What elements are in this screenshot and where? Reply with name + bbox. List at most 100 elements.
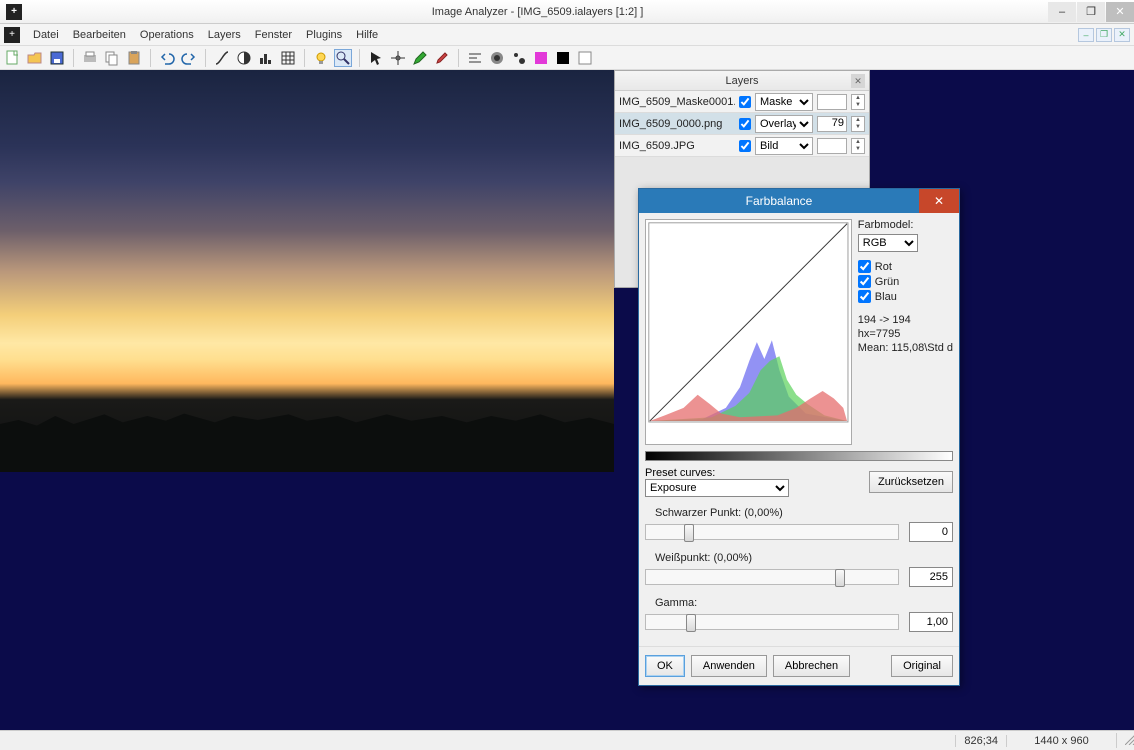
separator [73, 49, 74, 67]
new-icon[interactable] [4, 49, 22, 67]
mdi-minimize-button[interactable]: – [1078, 28, 1094, 42]
layer-opacity[interactable] [817, 138, 847, 154]
brush-icon[interactable] [433, 49, 451, 67]
undo-icon[interactable] [158, 49, 176, 67]
menu-plugins[interactable]: Plugins [299, 29, 349, 41]
preset-select[interactable]: Exposure [645, 479, 789, 497]
crosshair-icon[interactable] [389, 49, 407, 67]
layer-row[interactable]: IMG_6509_Maske0001.png Maske ▲▼ [615, 91, 869, 113]
farbmodel-select[interactable]: RGB [858, 234, 918, 252]
ok-button[interactable]: OK [645, 655, 685, 677]
bulb-icon[interactable] [312, 49, 330, 67]
farbbalance-dialog: Farbbalance ✕ Farbmodel: RGB Rot Grün Bl… [638, 188, 960, 686]
menu-bearbeiten[interactable]: Bearbeiten [66, 29, 133, 41]
print-icon[interactable] [81, 49, 99, 67]
gamma-slider[interactable] [645, 614, 899, 630]
layer-visible-checkbox[interactable] [739, 96, 751, 108]
separator [458, 49, 459, 67]
dots-icon[interactable] [510, 49, 528, 67]
channel-gruen-checkbox[interactable] [858, 275, 871, 288]
align-icon[interactable] [466, 49, 484, 67]
separator [359, 49, 360, 67]
layer-mode-select[interactable]: Overlay [755, 115, 813, 133]
layer-visible-checkbox[interactable] [739, 118, 751, 130]
black-swatch[interactable] [554, 49, 572, 67]
stat-line: 194 -> 194 [858, 313, 953, 327]
blur-icon[interactable] [488, 49, 506, 67]
open-icon[interactable] [26, 49, 44, 67]
black-point-value[interactable]: 0 [909, 522, 953, 542]
cancel-button[interactable]: Abbrechen [773, 655, 850, 677]
redo-icon[interactable] [180, 49, 198, 67]
image-content [0, 392, 614, 472]
menu-fenster[interactable]: Fenster [248, 29, 299, 41]
channel-rot-checkbox[interactable] [858, 260, 871, 273]
layer-opacity-spinner[interactable]: ▲▼ [851, 138, 865, 154]
white-point-label: Weißpunkt: (0,00%) [655, 552, 953, 564]
mdi-restore-button[interactable]: ❐ [1096, 28, 1112, 42]
separator [150, 49, 151, 67]
layer-opacity[interactable] [817, 94, 847, 110]
layers-panel-title: Layers ✕ [615, 71, 869, 91]
statusbar: 826;34 1440 x 960 [0, 730, 1134, 750]
save-icon[interactable] [48, 49, 66, 67]
layer-opacity[interactable]: 79 [817, 116, 847, 132]
stats-readout: 194 -> 194 hx=7795 Mean: 115,08\Std d [858, 313, 953, 355]
levels-icon[interactable] [257, 49, 275, 67]
white-point-value[interactable]: 255 [909, 567, 953, 587]
pencil-icon[interactable] [411, 49, 429, 67]
menu-operations[interactable]: Operations [133, 29, 201, 41]
image-canvas[interactable] [0, 70, 614, 472]
toolbar [0, 46, 1134, 70]
menu-layers[interactable]: Layers [201, 29, 248, 41]
menu-datei[interactable]: Datei [26, 29, 66, 41]
pointer-icon[interactable] [367, 49, 385, 67]
black-point-slider[interactable] [645, 524, 899, 540]
layer-visible-checkbox[interactable] [739, 140, 751, 152]
magenta-swatch[interactable] [532, 49, 550, 67]
status-dims: 1440 x 960 [1006, 735, 1116, 747]
layer-row[interactable]: IMG_6509.JPG Bild ▲▼ [615, 135, 869, 157]
curve-histogram[interactable] [645, 219, 852, 445]
close-button[interactable]: ✕ [1106, 2, 1134, 22]
window-titlebar: + Image Analyzer - [IMG_6509.ialayers [1… [0, 0, 1134, 24]
white-swatch[interactable] [576, 49, 594, 67]
grid-icon[interactable] [279, 49, 297, 67]
white-point-slider[interactable] [645, 569, 899, 585]
black-point-label: Schwarzer Punkt: (0,00%) [655, 507, 953, 519]
maximize-button[interactable]: ❐ [1077, 2, 1105, 22]
curve-icon[interactable] [213, 49, 231, 67]
layer-row[interactable]: IMG_6509_0000.png Overlay 79 ▲▼ [615, 113, 869, 135]
gamma-value[interactable]: 1,00 [909, 612, 953, 632]
menu-hilfe[interactable]: Hilfe [349, 29, 385, 41]
reset-button[interactable]: Zurücksetzen [869, 471, 953, 493]
layer-opacity-spinner[interactable]: ▲▼ [851, 116, 865, 132]
contrast-icon[interactable] [235, 49, 253, 67]
dialog-close-button[interactable]: ✕ [919, 189, 959, 213]
layer-opacity-spinner[interactable]: ▲▼ [851, 94, 865, 110]
minimize-button[interactable]: – [1048, 2, 1076, 22]
separator [205, 49, 206, 67]
copy-icon[interactable] [103, 49, 121, 67]
gamma-label: Gamma: [655, 597, 953, 609]
dialog-titlebar[interactable]: Farbbalance ✕ [639, 189, 959, 213]
layer-mode-select[interactable]: Maske [755, 93, 813, 111]
document-icon: + [4, 27, 20, 43]
layers-close-button[interactable]: ✕ [851, 74, 865, 88]
channel-blau-checkbox[interactable] [858, 290, 871, 303]
original-button[interactable]: Original [891, 655, 953, 677]
paste-icon[interactable] [125, 49, 143, 67]
layers-title-text: Layers [725, 75, 758, 87]
gradient-bar [645, 451, 953, 461]
stat-line: hx=7795 [858, 327, 953, 341]
resize-grip-icon[interactable] [1116, 733, 1134, 748]
dialog-title: Farbbalance [639, 194, 919, 208]
layer-name: IMG_6509_0000.png [619, 118, 735, 130]
layer-mode-select[interactable]: Bild [755, 137, 813, 155]
zoom-icon[interactable] [334, 49, 352, 67]
layer-name: IMG_6509_Maske0001.png [619, 96, 735, 108]
workspace [0, 70, 1134, 730]
apply-button[interactable]: Anwenden [691, 655, 767, 677]
stat-line: Mean: 115,08\Std d [858, 341, 953, 355]
mdi-close-button[interactable]: ✕ [1114, 28, 1130, 42]
